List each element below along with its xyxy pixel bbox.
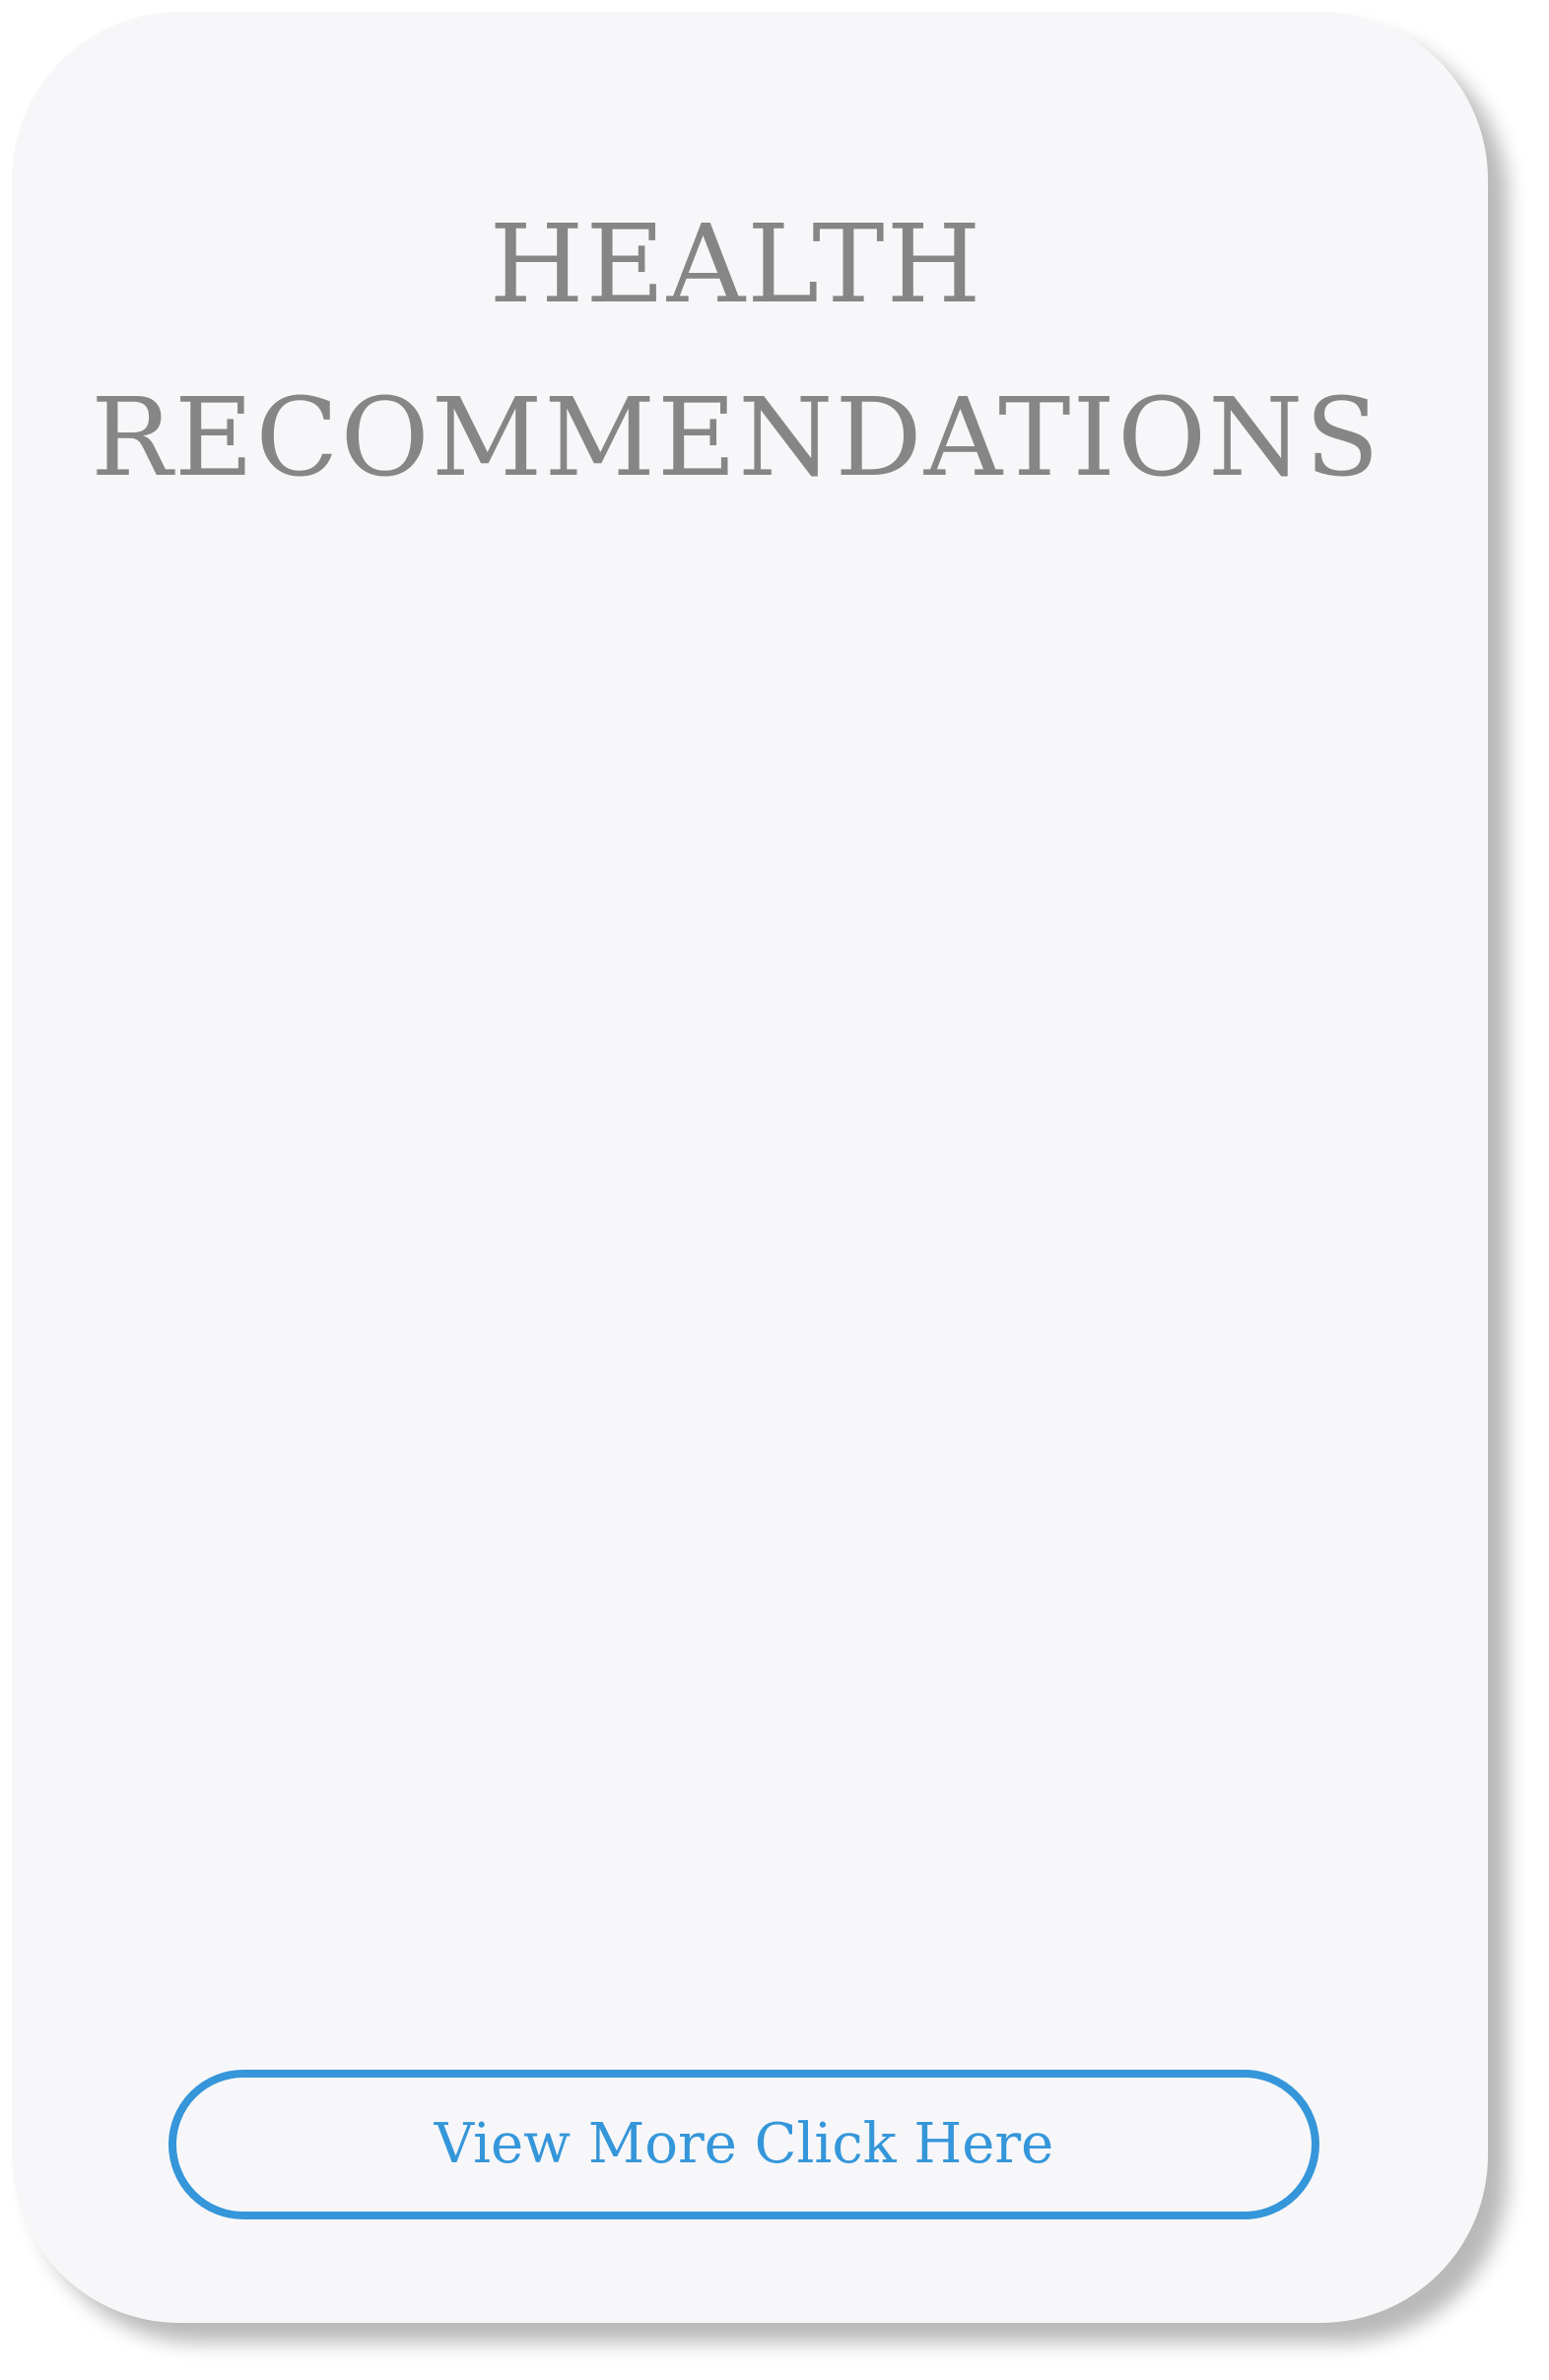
card-title-line-2: RECOMMENDATIONS [91, 374, 1381, 500]
view-more-button-label: View More Click Here [434, 2112, 1054, 2176]
view-more-button[interactable]: View More Click Here [168, 2070, 1319, 2219]
card-title-line-1: HEALTH [489, 201, 983, 327]
card-title: HEALTH RECOMMENDATIONS [12, 177, 1460, 524]
health-recommendations-card: HEALTH RECOMMENDATIONS View More Click H… [12, 12, 1488, 2323]
